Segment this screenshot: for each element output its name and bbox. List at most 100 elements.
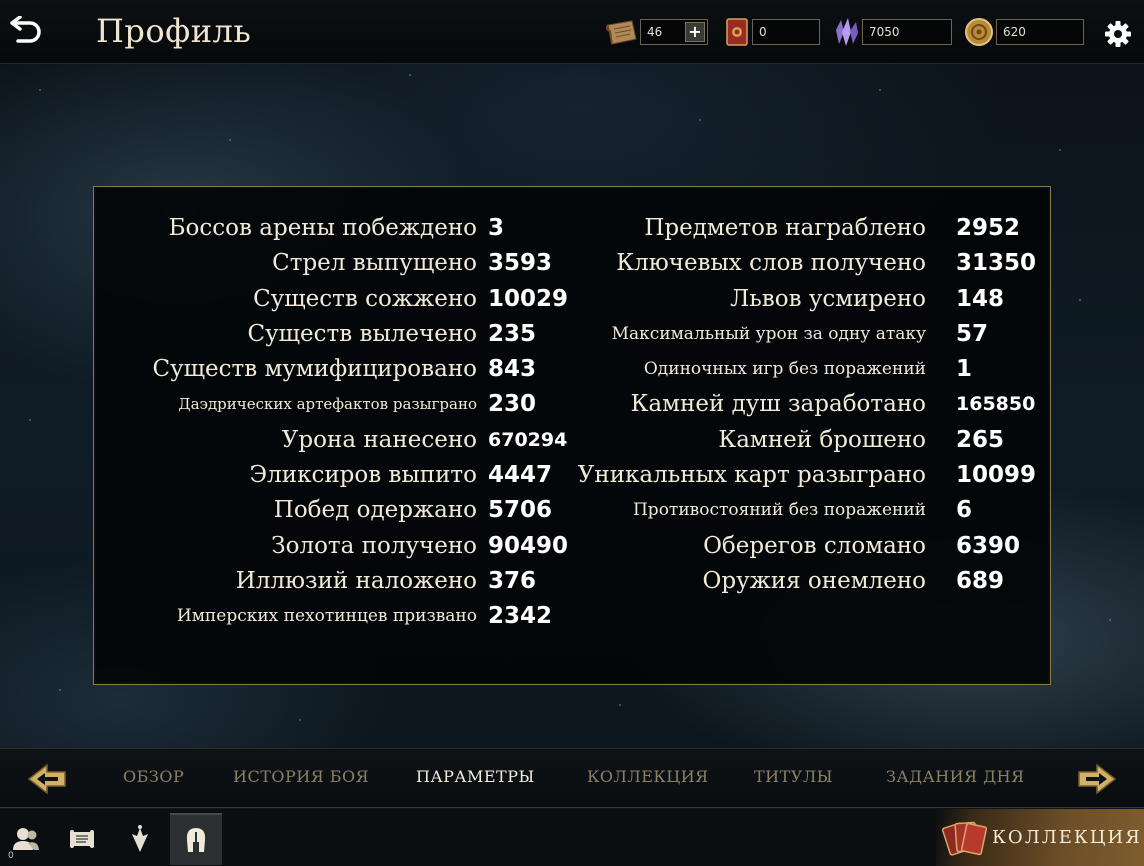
stat-label: Существ мумифицировано [152, 356, 478, 383]
add-scrolls-button[interactable]: + [685, 22, 705, 42]
stat-row: Имперских пехотинцев призвано 2342 [94, 601, 569, 636]
stat-value: 670294 [488, 428, 568, 451]
stat-row: Эликсиров выпито 4447 [94, 460, 569, 495]
stat-label: Предметов награблено [644, 215, 926, 241]
stat-label: Камней брошено [718, 426, 926, 453]
stat-value: 6 [956, 497, 973, 524]
friends-button[interactable]: 0 [0, 813, 52, 865]
stat-value: 6390 [956, 532, 1021, 559]
collection-button[interactable]: КОЛЛЕКЦИЯ [936, 809, 1144, 866]
stat-row: Даэдрических артефактов разыграно 230 [94, 389, 569, 424]
stat-label: Имперских пехотинцев призвано [176, 606, 477, 627]
stats-panel: Боссов арены побеждено 3 Стрел выпущено 35… [93, 186, 1051, 685]
stat-row: Существ вылечено 235 [94, 319, 569, 354]
stat-label: Иллюзий наложено [235, 567, 477, 594]
scrolls-value: 46 [647, 25, 663, 39]
stat-label: Золота получено [271, 532, 477, 559]
stat-row: Одиночных игр без поражений 1 [576, 354, 1051, 389]
stat-value: 3593 [488, 250, 553, 277]
currency-gold[interactable]: 620 [962, 17, 1084, 47]
stat-value: 31350 [956, 250, 1037, 277]
cards-icon [942, 821, 988, 856]
profile-button[interactable] [170, 813, 222, 865]
stat-row: Камней брошено 265 [576, 425, 1051, 460]
stat-value: 10099 [956, 462, 1037, 489]
friends-count-badge: 0 [8, 851, 14, 861]
stat-value: 148 [956, 285, 1005, 312]
soul-gems-value: 7050 [869, 25, 900, 39]
stat-row: Иллюзий наложено 376 [94, 566, 569, 601]
top-bar: Профиль 46 + 0 7050 620 [0, 0, 1144, 64]
tab-titles[interactable]: ТИТУЛЫ [754, 767, 833, 786]
tab-next-button[interactable] [1074, 761, 1120, 797]
stat-label: Львов усмирено [730, 285, 926, 312]
gold-coin-icon [962, 16, 996, 48]
stat-label: Боссов арены побеждено [168, 215, 477, 241]
stat-label: Стрел выпущено [272, 250, 477, 277]
stats-right-column: Предметов награблено 2952 Ключевых слов п… [576, 213, 1051, 601]
currency-soul-gems[interactable]: 7050 [830, 17, 952, 47]
stat-value: 57 [956, 320, 989, 347]
back-button[interactable] [6, 14, 46, 50]
stat-label: Побед одержано [273, 497, 477, 524]
stat-label: Оружия онемлено [702, 567, 927, 594]
tab-overview[interactable]: ОБЗОР [123, 767, 184, 786]
stat-row: Стрел выпущено 3593 [94, 248, 569, 283]
tab-battle-history[interactable]: ИСТОРИЯ БОЯ [233, 767, 369, 786]
stat-value: 5706 [488, 497, 553, 524]
stat-row: Львов усмирено 148 [576, 284, 1051, 319]
stat-label: Существ вылечено [247, 320, 477, 347]
stat-label: Противостояний без поражений [632, 500, 926, 521]
friends-icon [13, 828, 39, 850]
soul-gem-icon [830, 16, 862, 48]
stat-row: Существ мумифицировано 843 [94, 354, 569, 389]
rank-button[interactable] [114, 813, 166, 865]
stat-row: Существ сожжено 10029 [94, 284, 569, 319]
stat-label: Одиночных игр без поражений [643, 359, 926, 380]
stats-left-column: Боссов арены побеждено 3 Стрел выпущено 35… [94, 213, 569, 637]
stat-label: Максимальный урон за одну атаку [611, 323, 926, 344]
stat-label: Даэдрических артефактов разыграно [178, 395, 477, 414]
stat-label: Камней душ заработано [630, 391, 926, 418]
stat-row: Побед одержано 5706 [94, 495, 569, 530]
stat-row: Урона нанесено 670294 [94, 425, 569, 460]
rank-emblem-icon [132, 825, 148, 852]
stat-label: Эликсиров выпито [249, 462, 477, 489]
stat-value: 843 [488, 356, 537, 383]
left-arrow-icon [27, 763, 66, 795]
stat-value: 1 [956, 356, 973, 383]
currency-scrolls[interactable]: 46 + [604, 17, 708, 47]
card-packs-counter: 0 [752, 19, 820, 45]
stat-label: Существ сожжено [253, 285, 477, 312]
tab-parameters[interactable]: ПАРАМЕТРЫ [416, 767, 535, 786]
stat-value: 90490 [488, 532, 569, 559]
page-title: Профиль [96, 12, 252, 50]
stat-value: 230 [488, 391, 537, 418]
stat-row: Оружия онемлено 689 [576, 566, 1051, 601]
tab-collection[interactable]: КОЛЛЕКЦИЯ [587, 767, 709, 786]
settings-button[interactable] [1102, 18, 1134, 50]
card-pack-icon [722, 16, 752, 48]
stat-label: Уникальных карт разыграно [577, 462, 926, 489]
scroll-map-icon [70, 830, 94, 848]
stat-value: 235 [488, 320, 537, 347]
gear-icon [1105, 21, 1131, 47]
stat-value: 4447 [488, 462, 553, 489]
scrolls-counter: 46 + [640, 19, 708, 45]
stat-value: 689 [956, 567, 1005, 594]
stat-row: Золота получено 90490 [94, 531, 569, 566]
bottom-nav: 0 КОЛЛЕКЦИЯ [0, 809, 1144, 866]
map-button[interactable] [56, 813, 108, 865]
card-packs-value: 0 [759, 25, 767, 39]
gold-value: 620 [1003, 25, 1026, 39]
stat-row: Предметов награблено 2952 [576, 213, 1051, 248]
stat-row: Ключевых слов получено 31350 [576, 248, 1051, 283]
tab-prev-button[interactable] [24, 761, 70, 797]
stat-label: Ключевых слов получено [616, 250, 926, 277]
tab-daily-quests[interactable]: ЗАДАНИЯ ДНЯ [886, 767, 1025, 786]
stat-row: Уникальных карт разыграно 10099 [576, 460, 1051, 495]
stat-row: Камней душ заработано 165850 [576, 389, 1051, 424]
right-arrow-icon [1078, 763, 1117, 795]
currency-card-packs[interactable]: 0 [722, 17, 820, 47]
stat-value: 265 [956, 426, 1005, 453]
